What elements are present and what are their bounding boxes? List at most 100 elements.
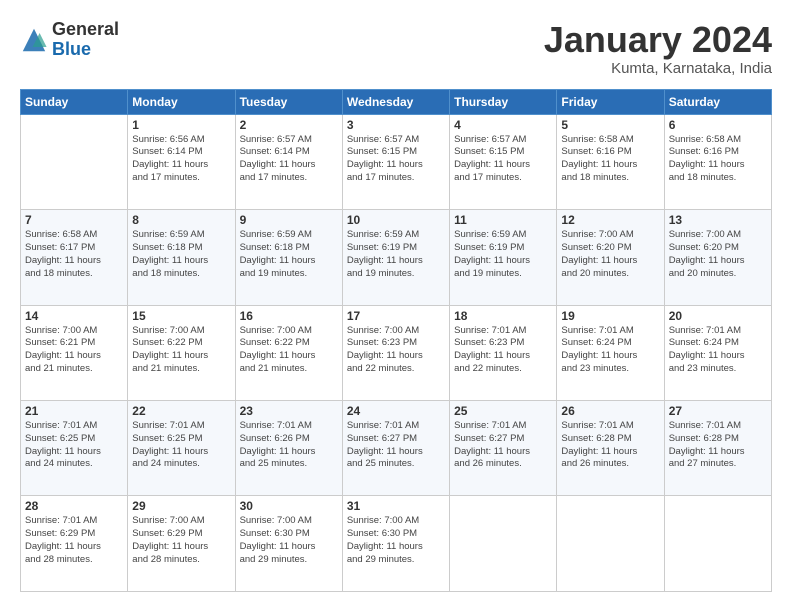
table-row: 30 Sunrise: 7:00 AMSunset: 6:30 PMDayligh… <box>235 496 342 592</box>
logo: General Blue <box>20 20 119 60</box>
header-friday: Friday <box>557 89 664 114</box>
day-info: Sunrise: 6:58 AMSunset: 6:17 PMDaylight:… <box>25 229 123 280</box>
day-number: 23 <box>240 404 338 418</box>
day-number: 28 <box>25 499 123 513</box>
day-number: 7 <box>25 213 123 227</box>
calendar-table: Sunday Monday Tuesday Wednesday Thursday… <box>20 89 772 592</box>
day-number: 18 <box>454 309 552 323</box>
header-tuesday: Tuesday <box>235 89 342 114</box>
day-info: Sunrise: 6:56 AMSunset: 6:14 PMDaylight:… <box>132 134 230 185</box>
day-info: Sunrise: 7:00 AMSunset: 6:29 PMDaylight:… <box>132 515 230 566</box>
table-row <box>450 496 557 592</box>
header-thursday: Thursday <box>450 89 557 114</box>
day-info: Sunrise: 7:01 AMSunset: 6:28 PMDaylight:… <box>561 420 659 471</box>
table-row: 28 Sunrise: 7:01 AMSunset: 6:29 PMDayligh… <box>21 496 128 592</box>
table-row: 17 Sunrise: 7:00 AMSunset: 6:23 PMDayligh… <box>342 305 449 400</box>
day-number: 3 <box>347 118 445 132</box>
table-row: 2 Sunrise: 6:57 AMSunset: 6:14 PMDaylight… <box>235 114 342 209</box>
day-info: Sunrise: 6:59 AMSunset: 6:19 PMDaylight:… <box>347 229 445 280</box>
page: General Blue January 2024 Kumta, Karnata… <box>0 0 792 612</box>
table-row: 23 Sunrise: 7:01 AMSunset: 6:26 PMDayligh… <box>235 401 342 496</box>
logo-icon <box>20 26 48 54</box>
logo-blue-label: Blue <box>52 40 119 60</box>
day-number: 19 <box>561 309 659 323</box>
day-number: 26 <box>561 404 659 418</box>
day-info: Sunrise: 7:01 AMSunset: 6:27 PMDaylight:… <box>454 420 552 471</box>
header: General Blue January 2024 Kumta, Karnata… <box>20 20 772 77</box>
day-info: Sunrise: 6:57 AMSunset: 6:15 PMDaylight:… <box>454 134 552 185</box>
table-row <box>21 114 128 209</box>
day-info: Sunrise: 6:58 AMSunset: 6:16 PMDaylight:… <box>561 134 659 185</box>
day-info: Sunrise: 7:00 AMSunset: 6:30 PMDaylight:… <box>240 515 338 566</box>
day-info: Sunrise: 6:59 AMSunset: 6:19 PMDaylight:… <box>454 229 552 280</box>
header-monday: Monday <box>128 89 235 114</box>
calendar-week-row: 7 Sunrise: 6:58 AMSunset: 6:17 PMDaylight… <box>21 210 772 305</box>
table-row: 25 Sunrise: 7:01 AMSunset: 6:27 PMDayligh… <box>450 401 557 496</box>
table-row: 12 Sunrise: 7:00 AMSunset: 6:20 PMDayligh… <box>557 210 664 305</box>
day-info: Sunrise: 7:00 AMSunset: 6:30 PMDaylight:… <box>347 515 445 566</box>
day-number: 11 <box>454 213 552 227</box>
day-info: Sunrise: 6:57 AMSunset: 6:14 PMDaylight:… <box>240 134 338 185</box>
table-row: 26 Sunrise: 7:01 AMSunset: 6:28 PMDayligh… <box>557 401 664 496</box>
day-info: Sunrise: 7:01 AMSunset: 6:24 PMDaylight:… <box>561 325 659 376</box>
day-info: Sunrise: 7:00 AMSunset: 6:21 PMDaylight:… <box>25 325 123 376</box>
calendar-title: January 2024 <box>544 20 772 60</box>
table-row: 4 Sunrise: 6:57 AMSunset: 6:15 PMDaylight… <box>450 114 557 209</box>
day-info: Sunrise: 7:01 AMSunset: 6:23 PMDaylight:… <box>454 325 552 376</box>
day-number: 30 <box>240 499 338 513</box>
table-row: 16Sunrise: 7:00 AMSunset: 6:22 PMDayligh… <box>235 305 342 400</box>
calendar-week-row: 1 Sunrise: 6:56 AMSunset: 6:14 PMDaylight… <box>21 114 772 209</box>
calendar-week-row: 28 Sunrise: 7:01 AMSunset: 6:29 PMDayligh… <box>21 496 772 592</box>
day-number: 17 <box>347 309 445 323</box>
day-info: Sunrise: 7:01 AMSunset: 6:25 PMDaylight:… <box>132 420 230 471</box>
table-row: 15 Sunrise: 7:00 AMSunset: 6:22 PMDayligh… <box>128 305 235 400</box>
calendar-location: Kumta, Karnataka, India <box>544 60 772 77</box>
calendar-week-row: 21Sunrise: 7:01 AMSunset: 6:25 PMDayligh… <box>21 401 772 496</box>
day-info: Sunrise: 7:00 AMSunset: 6:22 PMDaylight:… <box>240 325 338 376</box>
day-info: Sunrise: 7:01 AMSunset: 6:29 PMDaylight:… <box>25 515 123 566</box>
calendar-week-row: 14 Sunrise: 7:00 AMSunset: 6:21 PMDayligh… <box>21 305 772 400</box>
table-row: 21Sunrise: 7:01 AMSunset: 6:25 PMDayligh… <box>21 401 128 496</box>
day-number: 25 <box>454 404 552 418</box>
table-row: 7 Sunrise: 6:58 AMSunset: 6:17 PMDaylight… <box>21 210 128 305</box>
day-number: 27 <box>669 404 767 418</box>
day-info: Sunrise: 7:00 AMSunset: 6:23 PMDaylight:… <box>347 325 445 376</box>
weekday-header-row: Sunday Monday Tuesday Wednesday Thursday… <box>21 89 772 114</box>
day-info: Sunrise: 7:00 AMSunset: 6:20 PMDaylight:… <box>669 229 767 280</box>
day-number: 15 <box>132 309 230 323</box>
day-number: 1 <box>132 118 230 132</box>
day-info: Sunrise: 6:57 AMSunset: 6:15 PMDaylight:… <box>347 134 445 185</box>
table-row: 27 Sunrise: 7:01 AMSunset: 6:28 PMDayligh… <box>664 401 771 496</box>
table-row: 1 Sunrise: 6:56 AMSunset: 6:14 PMDaylight… <box>128 114 235 209</box>
table-row: 10Sunrise: 6:59 AMSunset: 6:19 PMDayligh… <box>342 210 449 305</box>
table-row: 24Sunrise: 7:01 AMSunset: 6:27 PMDayligh… <box>342 401 449 496</box>
table-row: 13 Sunrise: 7:00 AMSunset: 6:20 PMDayligh… <box>664 210 771 305</box>
day-number: 24 <box>347 404 445 418</box>
day-info: Sunrise: 7:01 AMSunset: 6:28 PMDaylight:… <box>669 420 767 471</box>
table-row: 9 Sunrise: 6:59 AMSunset: 6:18 PMDaylight… <box>235 210 342 305</box>
day-info: Sunrise: 7:00 AMSunset: 6:20 PMDaylight:… <box>561 229 659 280</box>
header-sunday: Sunday <box>21 89 128 114</box>
table-row: 8Sunrise: 6:59 AMSunset: 6:18 PMDaylight… <box>128 210 235 305</box>
day-number: 5 <box>561 118 659 132</box>
table-row: 29Sunrise: 7:00 AMSunset: 6:29 PMDayligh… <box>128 496 235 592</box>
day-info: Sunrise: 7:01 AMSunset: 6:26 PMDaylight:… <box>240 420 338 471</box>
table-row: 18 Sunrise: 7:01 AMSunset: 6:23 PMDayligh… <box>450 305 557 400</box>
day-number: 9 <box>240 213 338 227</box>
table-row: 11 Sunrise: 6:59 AMSunset: 6:19 PMDayligh… <box>450 210 557 305</box>
table-row: 31Sunrise: 7:00 AMSunset: 6:30 PMDayligh… <box>342 496 449 592</box>
day-info: Sunrise: 6:59 AMSunset: 6:18 PMDaylight:… <box>240 229 338 280</box>
table-row: 20Sunrise: 7:01 AMSunset: 6:24 PMDayligh… <box>664 305 771 400</box>
table-row: 3 Sunrise: 6:57 AMSunset: 6:15 PMDaylight… <box>342 114 449 209</box>
day-number: 13 <box>669 213 767 227</box>
day-number: 12 <box>561 213 659 227</box>
day-number: 14 <box>25 309 123 323</box>
logo-general-label: General <box>52 20 119 40</box>
day-number: 20 <box>669 309 767 323</box>
table-row: 5 Sunrise: 6:58 AMSunset: 6:16 PMDaylight… <box>557 114 664 209</box>
day-number: 4 <box>454 118 552 132</box>
day-number: 2 <box>240 118 338 132</box>
day-info: Sunrise: 7:00 AMSunset: 6:22 PMDaylight:… <box>132 325 230 376</box>
table-row <box>557 496 664 592</box>
title-block: January 2024 Kumta, Karnataka, India <box>544 20 772 77</box>
